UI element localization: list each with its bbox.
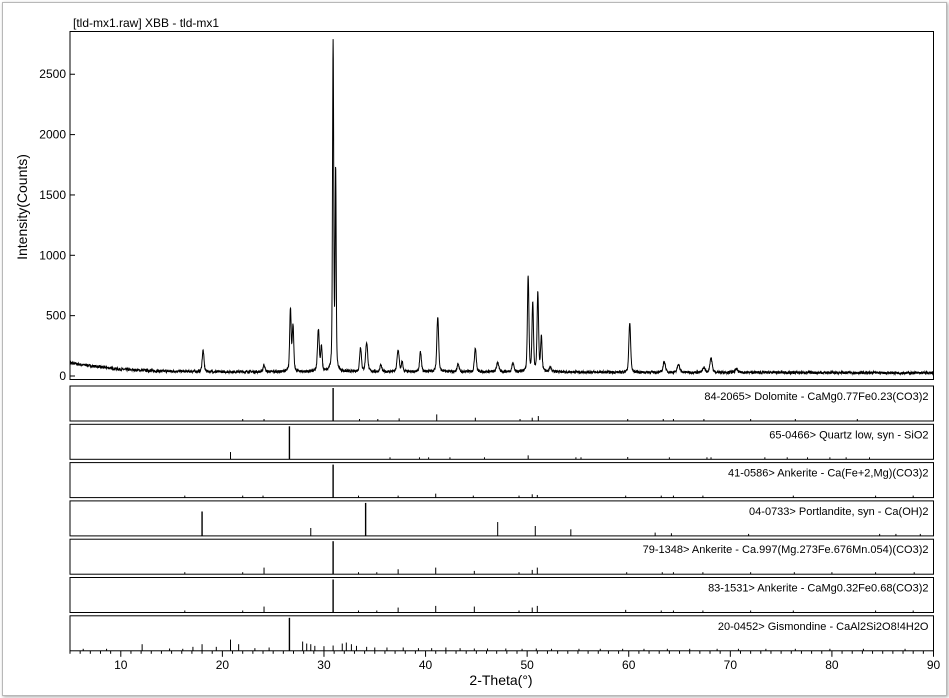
- y-tick-label: 1000: [39, 248, 66, 262]
- x-axis-label: 2-Theta(°): [469, 672, 532, 688]
- chart-window: [tld-mx1.raw] XBB - tld-mx1 0 500 1000 1500…: [2, 2, 947, 696]
- y-tick-label: 2000: [39, 128, 66, 142]
- x-tick-label: 60: [622, 658, 636, 672]
- y-tick-label: 2500: [39, 67, 66, 81]
- x-tick-label: 20: [216, 658, 230, 672]
- x-tick-label: 30: [317, 658, 331, 672]
- reference-label: 04-0733> Portlandite, syn - Ca(OH)2: [749, 506, 928, 518]
- x-tick-label: 70: [724, 658, 738, 672]
- reference-label: 79-1348> Ankerite - Ca.997(Mg.273Fe.676M…: [643, 544, 929, 556]
- x-tick-label: 80: [825, 658, 839, 672]
- x-tick-label: 50: [520, 658, 534, 672]
- chart-title: [tld-mx1.raw] XBB - tld-mx1: [73, 16, 219, 30]
- xrd-chart: [tld-mx1.raw] XBB - tld-mx1 0 500 1000 1500…: [14, 16, 941, 688]
- reference-panels: 84-2065> Dolomite - CaMg0.77Fe0.23(CO3)2…: [69, 385, 934, 652]
- x-tick-label: 90: [927, 658, 941, 672]
- x-tick-label: 10: [114, 658, 128, 672]
- x-tick-label: 40: [419, 658, 433, 672]
- main-plot-frame: [69, 31, 934, 380]
- y-tick-label: 500: [46, 309, 66, 323]
- reference-label: 83-1531> Ankerite - CaMg0.32Fe0.68(CO3)2: [708, 583, 928, 595]
- reference-label: 65-0466> Quartz low, syn - SiO2: [769, 429, 928, 441]
- reference-label: 41-0586> Ankerite - Ca(Fe+2,Mg)(CO3)2: [728, 468, 929, 480]
- x-axis: 10 20 30 40 50 60 70 80 90: [69, 650, 941, 672]
- reference-label: 84-2065> Dolomite - CaMg0.77Fe0.23(CO3)2: [704, 391, 928, 403]
- y-tick-label: 0: [59, 369, 66, 383]
- y-tick-label: 1500: [39, 188, 66, 202]
- reference-label: 20-0452> Gismondine - CaAl2Si2O8!4H2O: [718, 621, 929, 633]
- diffraction-pattern-line: [69, 39, 934, 376]
- y-axis-label: Intensity(Counts): [14, 154, 30, 260]
